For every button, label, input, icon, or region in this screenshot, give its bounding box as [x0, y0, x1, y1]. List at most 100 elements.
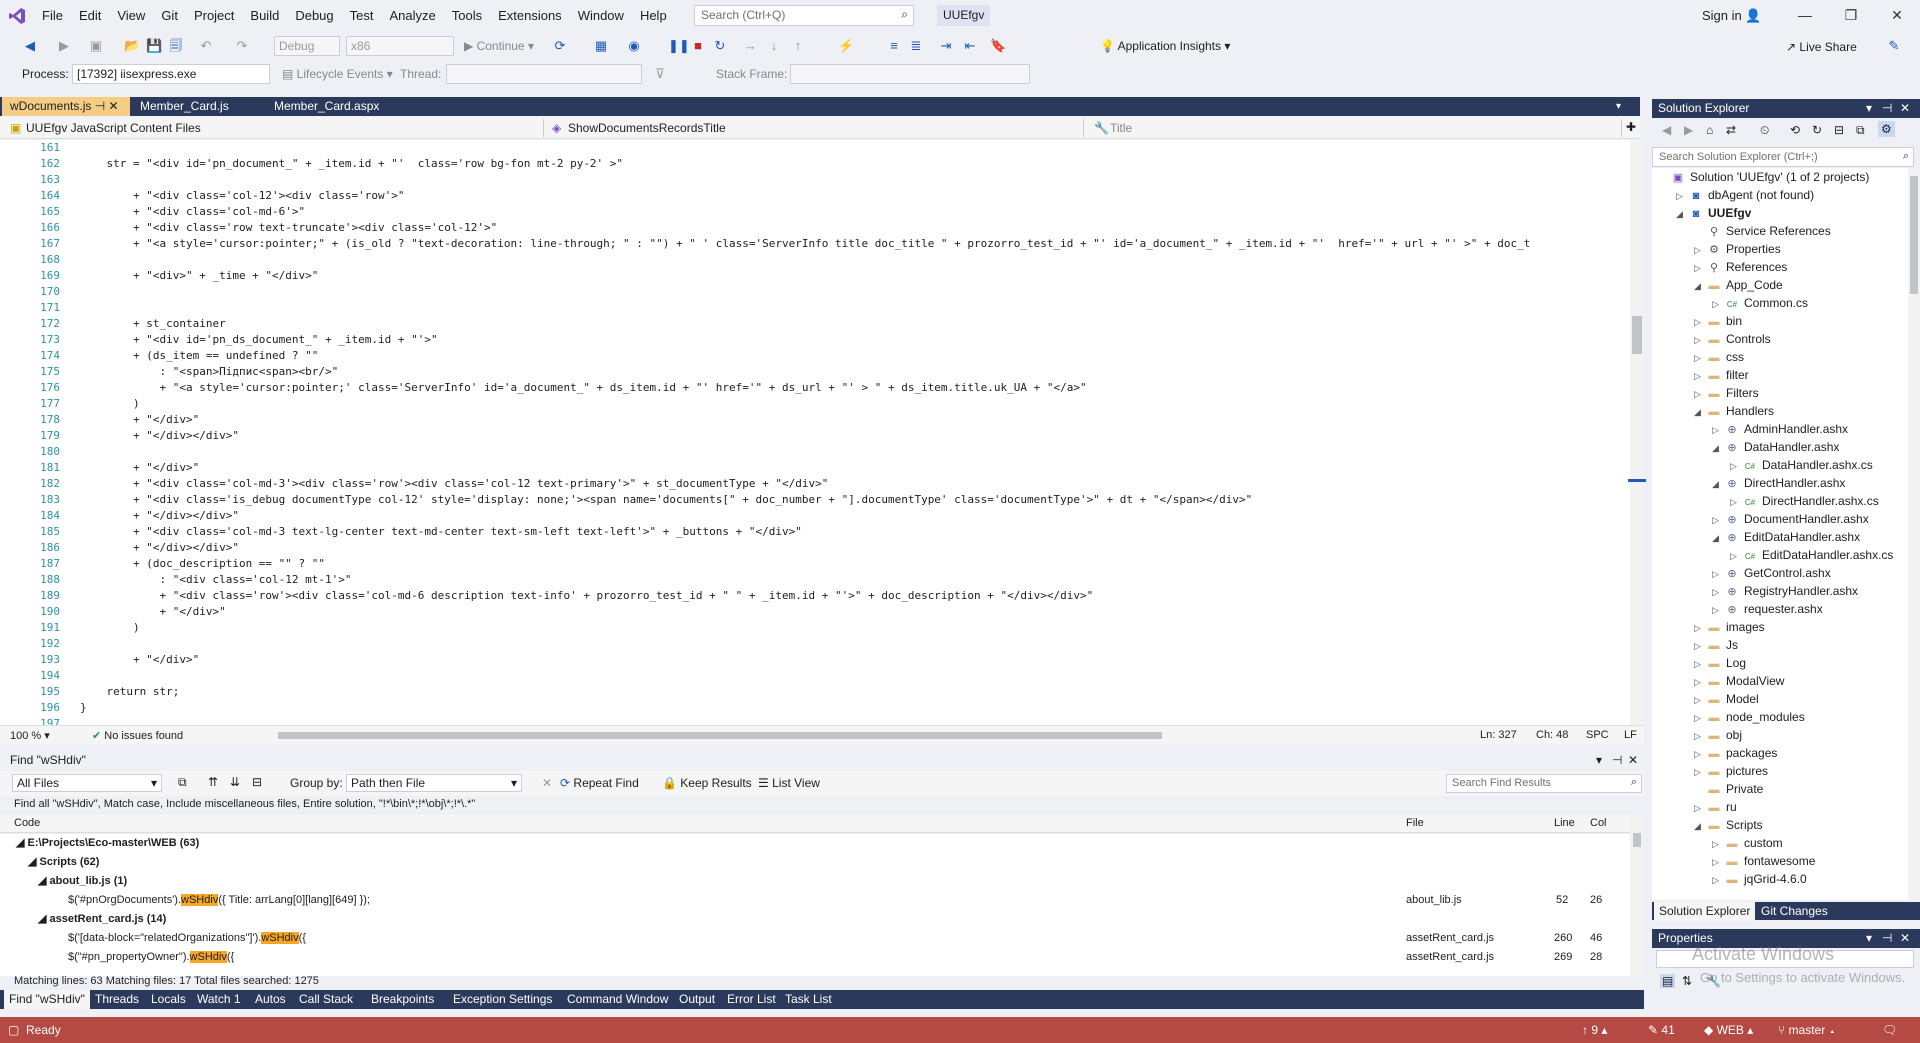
tree-node[interactable]: ▷ C# DataHandler.ashx.cs [1730, 456, 1873, 474]
collapse-icon[interactable]: ◢ [1694, 403, 1706, 421]
result-group[interactable]: ◢ Scripts (62) [0, 853, 1630, 872]
tree-node[interactable]: ▷ ▬ css [1694, 348, 1744, 366]
collapse-icon[interactable]: ◢ [1712, 529, 1724, 547]
tab-autos[interactable]: Autos [250, 990, 291, 1009]
expand-icon[interactable]: ▷ [1712, 421, 1724, 439]
toolbox-icon[interactable]: ▦ [593, 38, 609, 54]
menu-build[interactable]: Build [242, 0, 287, 31]
prev-result-icon[interactable]: ⇈ [208, 775, 218, 789]
notifications-icon[interactable]: 🗨 [1882, 1017, 1897, 1043]
close-button[interactable]: ✕ [1874, 0, 1920, 31]
tree-node[interactable]: ▷ ▬ Controls [1694, 330, 1771, 348]
column-col[interactable]: Col [1590, 817, 1607, 829]
expand-icon[interactable]: ▷ [1712, 601, 1724, 619]
feedback-icon[interactable]: ✎ [1886, 38, 1902, 54]
tree-node[interactable]: ▷ ⚙ Properties [1694, 240, 1781, 258]
tab-breakpoints[interactable]: Breakpoints [366, 990, 439, 1009]
tree-node[interactable]: ◢ ⊕ DirectHandler.ashx [1712, 474, 1845, 492]
panel-close-icon[interactable]: ✕ [1900, 929, 1910, 948]
tree-node[interactable]: ▷ ▬ jqGrid-4.6.0 [1712, 870, 1807, 888]
undo-icon[interactable]: ↶ [198, 38, 214, 54]
application-insights-button[interactable]: 💡 Application Insights ▾ [1100, 39, 1230, 53]
title-dropdown[interactable]: 🔧 Title [1092, 119, 1622, 137]
search-input[interactable]: Search (Ctrl+Q) ⌕ [694, 5, 914, 26]
tree-node[interactable]: ▷ ▬ obj [1694, 726, 1742, 744]
properties-icon[interactable]: ⚙ [1878, 121, 1895, 137]
restart-icon[interactable]: ↻ [712, 38, 728, 54]
expand-icon[interactable]: ▷ [1712, 565, 1724, 583]
tree-node[interactable]: ▷ ▬ custom [1712, 834, 1783, 852]
tree-node[interactable]: ◢ ▬ App_Code [1694, 276, 1783, 294]
panel-close-icon[interactable]: ✕ [1628, 750, 1638, 770]
stop-icon[interactable]: ■ [690, 38, 706, 54]
cancel-find-icon[interactable]: ✕ [542, 776, 552, 790]
tree-node[interactable]: ▷ ▬ pictures [1694, 762, 1768, 780]
tree-node[interactable]: ▷ ▬ bin [1694, 312, 1742, 330]
save-icon[interactable]: 💾 [146, 38, 162, 54]
tab-threads[interactable]: Threads [90, 990, 144, 1009]
collapse-icon[interactable]: ◢ [1694, 817, 1706, 835]
sync-icon[interactable]: ⟲ [1790, 123, 1800, 137]
push-indicator[interactable]: ↑ 9 ▴ [1582, 1017, 1607, 1043]
expand-icon[interactable]: ▷ [1694, 385, 1706, 403]
forward-icon[interactable]: ▶ [56, 38, 72, 54]
repo-indicator[interactable]: ◆ WEB ▴ [1704, 1017, 1753, 1043]
tree-node[interactable]: ▷ ▬ images [1694, 618, 1765, 636]
expand-icon[interactable]: ▷ [1694, 709, 1706, 727]
forward-icon[interactable]: ▶ [1684, 123, 1693, 137]
result-row[interactable]: $('#pnOrgDocuments').wSHdiv({ Title: arr… [0, 891, 1630, 910]
project-dropdown[interactable]: ▣ UUEfgv JavaScript Content Files [8, 119, 544, 137]
tree-node[interactable]: ▷ ⊕ RegistryHandler.ashx [1712, 582, 1858, 600]
step-out-icon[interactable]: ↑ [790, 38, 806, 54]
tab-solution-explorer[interactable]: Solution Explorer [1654, 902, 1756, 921]
tree-node[interactable]: ▷ C# DirectHandler.ashx.cs [1730, 492, 1879, 510]
tree-node[interactable]: ▷ ▬ packages [1694, 744, 1777, 762]
tree-node[interactable]: ▷ ◙ dbAgent (not found) [1676, 186, 1814, 204]
categorized-icon[interactable]: ▤ [1660, 974, 1676, 988]
bookmark-icon[interactable]: 🔖 [990, 38, 1006, 54]
collapse-icon[interactable]: ◢ [1712, 439, 1724, 457]
tree-node[interactable]: ▣ Solution 'UUEfgv' (1 of 2 projects) [1658, 168, 1870, 186]
tab-wdocuments-js[interactable]: wDocuments.js ⊣ ✕ [2, 97, 130, 116]
menu-tools[interactable]: Tools [444, 0, 490, 31]
expand-icon[interactable]: ▷ [1712, 511, 1724, 529]
code-editor[interactable]: 161 162 163 164 165 166 167 168 169 170 171 172 173 1… [0, 140, 1630, 725]
back-icon[interactable]: ◀ [22, 38, 38, 54]
process-select[interactable]: [17392] iisexpress.exe [72, 64, 270, 84]
expand-icon[interactable]: ▷ [1694, 673, 1706, 691]
expand-icon[interactable]: ▷ [1694, 241, 1706, 259]
tab-member-card-aspx[interactable]: Member_Card.aspx [266, 97, 416, 116]
tree-node[interactable]: ▷ ▬ Log [1694, 654, 1746, 672]
close-tab-icon[interactable]: ✕ [109, 99, 119, 113]
column-file[interactable]: File [1406, 817, 1424, 829]
menu-git[interactable]: Git [153, 0, 186, 31]
expand-icon[interactable]: ▷ [1730, 547, 1742, 565]
result-row[interactable]: $("#pn_propertyOwner").wSHdiv({ assetRen… [0, 948, 1630, 967]
expand-icon[interactable]: ▷ [1712, 583, 1724, 601]
alphabetical-icon[interactable]: ⇅ [1682, 974, 1692, 988]
panel-pin-icon[interactable]: ⊣ [1612, 750, 1622, 770]
open-icon[interactable]: 📂 [124, 38, 140, 54]
tree-node[interactable]: ▷ ▬ Model [1694, 690, 1759, 708]
panel-menu-icon[interactable]: ▾ [1866, 99, 1872, 118]
menu-help[interactable]: Help [632, 0, 675, 31]
tab-find-wshdiv[interactable]: Find "wSHdiv" [4, 990, 90, 1009]
expand-icon[interactable]: ▷ [1730, 493, 1742, 511]
tree-node[interactable]: ◢ ⊕ DataHandler.ashx [1712, 438, 1839, 456]
tree-node[interactable]: ▷ ▬ node_modules [1694, 708, 1805, 726]
thread-select[interactable] [446, 64, 642, 84]
expand-icon[interactable]: ▷ [1694, 655, 1706, 673]
restore-button[interactable]: ❐ [1828, 0, 1874, 31]
editor-vertical-scrollbar[interactable] [1630, 140, 1644, 725]
result-row[interactable]: $('[data-block="relatedOrganizations"]')… [0, 929, 1630, 948]
tab-task-list[interactable]: Task List [780, 990, 837, 1009]
scrollbar-thumb[interactable] [1910, 176, 1918, 294]
next-result-icon[interactable]: ⇊ [230, 775, 240, 789]
expand-icon[interactable]: ▷ [1712, 853, 1724, 871]
result-group[interactable]: ◢ E:\Projects\Eco-master\WEB (63) [0, 834, 1630, 853]
tree-node[interactable]: ▬ Private [1694, 780, 1764, 798]
member-dropdown[interactable]: ◈ ShowDocumentsRecordsTitle [550, 119, 1084, 137]
tree-node[interactable]: ▷ ⊕ GetControl.ashx [1712, 564, 1831, 582]
tree-node[interactable]: ▷ ▬ Js [1694, 636, 1738, 654]
pin-icon[interactable]: ⊣ [95, 99, 105, 113]
